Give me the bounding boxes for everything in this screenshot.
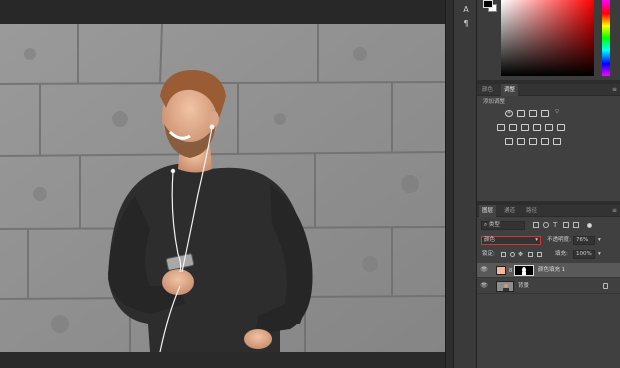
opacity-chevron-icon[interactable]: ▾ [598, 236, 601, 245]
black-white-icon[interactable] [521, 124, 529, 131]
visibility-eye-icon[interactable]: 👁 [480, 283, 488, 289]
mask-silhouette [522, 267, 526, 275]
blend-mode-value: 颜色 [484, 237, 496, 243]
selective-color-icon[interactable] [541, 138, 549, 145]
fill-label: 填充: [555, 251, 568, 257]
lock-all-icon[interactable] [537, 252, 542, 257]
opacity-label: 不透明度: [547, 237, 571, 243]
adjust-tab-row: 颜色 调整 ≡ [477, 84, 620, 96]
layer-filter-row: ⌕ 类型 T [477, 220, 620, 232]
fill-color-thumbnail[interactable] [496, 266, 506, 275]
brightness-icon[interactable]: ☀ [505, 110, 513, 117]
filter-shape-icon[interactable] [563, 222, 569, 228]
gradient-map-icon[interactable] [553, 138, 561, 145]
tab-paths[interactable]: 路径 [523, 205, 540, 217]
panel-menu-icon[interactable]: ≡ [612, 84, 617, 96]
color-picker-panel [477, 0, 620, 80]
invert-icon[interactable] [505, 138, 513, 145]
background-thumbnail-art [497, 282, 513, 291]
filter-type-icon[interactable]: T [553, 222, 559, 229]
document-photo[interactable] [0, 24, 445, 352]
color-balance-icon[interactable] [509, 124, 517, 131]
link-icon[interactable]: 8 [509, 268, 512, 274]
foreground-swatch[interactable] [483, 0, 493, 8]
status-bar [0, 352, 453, 368]
canvas-scrollbar[interactable] [445, 0, 453, 368]
tab-channels[interactable]: 通道 [501, 205, 518, 217]
visibility-eye-icon[interactable]: 👁 [480, 267, 488, 273]
layers-tab-row: 图层 通道 路径 ≡ [477, 205, 620, 217]
hue-saturation-icon[interactable] [497, 124, 505, 131]
lock-icon[interactable] [603, 283, 608, 289]
lock-image-icon[interactable] [510, 252, 515, 257]
paragraph-icon[interactable]: ¶ [460, 18, 472, 30]
levels-icon[interactable] [517, 110, 525, 117]
layer-name[interactable]: 背景 [518, 279, 529, 294]
tab-adjustments[interactable]: 调整 [501, 84, 519, 96]
fill-chevron-icon[interactable]: ▾ [598, 250, 601, 259]
filter-kind-value: 类型 [488, 222, 500, 228]
canvas-area[interactable] [0, 0, 453, 368]
threshold-icon[interactable] [529, 138, 537, 145]
photo-image [0, 24, 445, 352]
blend-mode-select[interactable]: 颜色 ▾ [481, 236, 541, 245]
color-field[interactable] [501, 0, 594, 76]
vibrance-icon[interactable]: ▽ [553, 110, 561, 117]
text-tool-icon[interactable]: A [460, 4, 472, 16]
filter-smart-icon[interactable] [573, 222, 579, 228]
chevron-down-icon: ▾ [535, 237, 538, 243]
photo-filter-icon[interactable] [533, 124, 541, 131]
layers-menu-icon[interactable]: ≡ [612, 205, 617, 217]
exposure-icon[interactable] [541, 110, 549, 117]
lock-row: 锁定: ✥ 填充: 100% ▾ [477, 249, 620, 261]
right-panels: 颜色 调整 ≡ 添加调整 ☀ ▽ 图层 通道 路径 ≡ ⌕ 类型 T 颜色 ▾ … [477, 0, 620, 368]
filter-pixel-icon[interactable] [533, 222, 539, 228]
layer-name[interactable]: 颜色填充 1 [538, 263, 565, 278]
fill-input[interactable]: 100% [573, 250, 595, 259]
color-lookup-icon[interactable] [557, 124, 565, 131]
curves-icon[interactable] [529, 110, 537, 117]
hue-slider[interactable] [602, 0, 610, 76]
filter-adjustment-icon[interactable] [543, 222, 549, 228]
layer-thumbnail[interactable] [496, 281, 514, 292]
blend-row: 颜色 ▾ 不透明度: 76% ▾ [477, 235, 620, 247]
channel-mixer-icon[interactable] [545, 124, 553, 131]
layer-mask-thumbnail[interactable] [514, 265, 534, 276]
layer-row-background[interactable]: 👁 背景 [477, 279, 620, 294]
lock-pixels-icon[interactable] [501, 252, 506, 257]
filter-toggle[interactable] [587, 223, 592, 228]
tab-color[interactable]: 颜色 [479, 84, 496, 96]
layer-filter-select[interactable]: ⌕ 类型 [481, 221, 525, 230]
lock-artboard-icon[interactable] [528, 252, 533, 257]
add-adjustment-label: 添加调整 [483, 99, 506, 105]
layer-row-color-fill[interactable]: 👁 8 颜色填充 1 [477, 263, 620, 278]
opacity-input[interactable]: 76% [573, 236, 595, 245]
lock-position-icon[interactable]: ✥ [518, 250, 523, 259]
tab-layers[interactable]: 图层 [479, 205, 497, 217]
posterize-icon[interactable] [517, 138, 525, 145]
layers-panel: 图层 通道 路径 ≡ ⌕ 类型 T 颜色 ▾ 不透明度: 76% ▾ 锁定: ✥… [477, 205, 620, 368]
side-tool-strip: A ¶ [453, 0, 477, 368]
lock-label: 锁定: [482, 251, 495, 257]
